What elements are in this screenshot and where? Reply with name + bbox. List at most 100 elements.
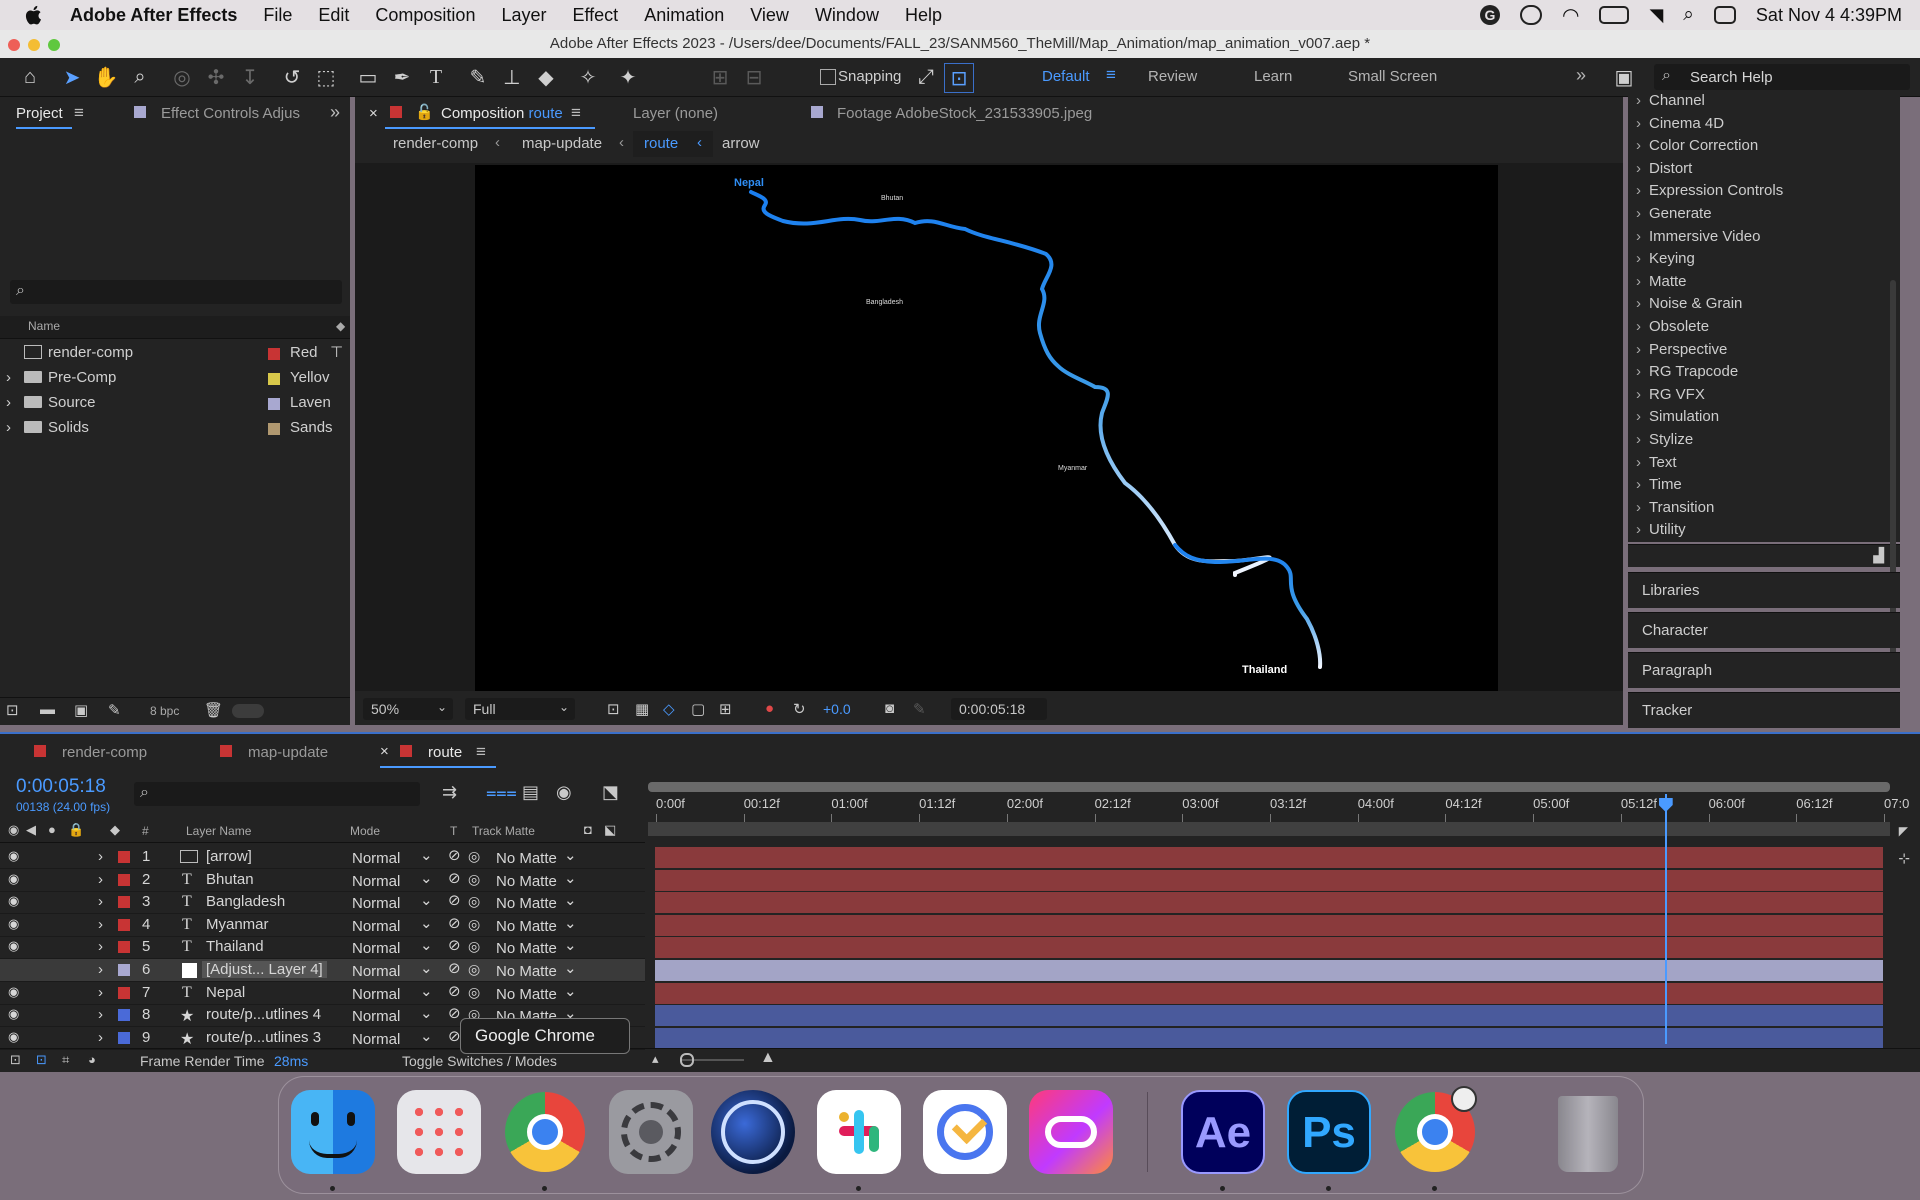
system-settings-app-icon[interactable]	[609, 1090, 693, 1174]
layer-name[interactable]: Bangladesh	[206, 893, 285, 910]
effect-category-item[interactable]: › Channel	[1636, 92, 1705, 109]
menu-composition[interactable]: Composition	[375, 5, 475, 26]
audio-toggle-header-icon[interactable]: ◀	[26, 822, 36, 838]
menu-help[interactable]: Help	[905, 5, 942, 26]
transfer-controls-icon[interactable]: ⊡	[36, 1052, 47, 1068]
menu-window[interactable]: Window	[815, 5, 879, 26]
timeline-zoom-slider-handle[interactable]	[680, 1053, 694, 1067]
preserve-transparency-icon[interactable]: ⊘	[448, 846, 461, 864]
timeline-tab-render-comp[interactable]: render-comp	[62, 744, 147, 761]
rectangle-tool-icon[interactable]: ▭	[354, 63, 382, 91]
lock-header-icon[interactable]: 🔒	[68, 822, 84, 838]
dolly-camera-icon[interactable]: ↧	[236, 63, 264, 91]
timeline-tab-map-update[interactable]: map-update	[248, 744, 328, 761]
layer-name[interactable]: route/p...utlines 3	[206, 1029, 321, 1046]
finder-app-icon[interactable]	[291, 1090, 375, 1174]
preserve-transparency-icon[interactable]: ⊘	[448, 869, 461, 887]
zoom-tool-icon[interactable]: ⌕	[126, 63, 154, 91]
zoom-out-icon[interactable]: ▴	[652, 1051, 659, 1067]
effect-category-item[interactable]: › RG VFX	[1636, 386, 1705, 403]
effect-category-item[interactable]: › Simulation	[1636, 408, 1719, 425]
preserve-transparency-icon[interactable]: ⊘	[448, 959, 461, 977]
layer-tab[interactable]: Layer (none)	[633, 105, 718, 122]
layer-label-swatch[interactable]	[118, 986, 130, 999]
grid-guides-icon[interactable]: ⊞	[719, 700, 732, 718]
layer-duration-bar[interactable]	[655, 982, 1883, 1004]
menu-animation[interactable]: Animation	[644, 5, 724, 26]
preserve-transparency-icon[interactable]: ⊘	[448, 982, 461, 1000]
expand-layer-arrow-icon[interactable]: ›	[98, 1006, 103, 1023]
layer-row[interactable]: › 6 [Adjust... Layer 4] Normal ⌄ ⊘ ◎ No Matte ⌄	[0, 959, 645, 982]
photoshop-app-icon[interactable]: Ps	[1287, 1090, 1371, 1174]
menu-view[interactable]: View	[750, 5, 789, 26]
workspace-layout-icon[interactable]: ▣	[1610, 63, 1638, 91]
effect-category-item[interactable]: › Matte	[1636, 273, 1687, 290]
frame-blending-icon[interactable]: ▤	[522, 782, 539, 803]
render-time-icon[interactable]: ◕	[88, 1052, 96, 1067]
track-matte-pickwhip-icon[interactable]: ◎	[468, 848, 480, 865]
menu-clock[interactable]: Sat Nov 4 4:39PM	[1756, 5, 1902, 26]
zoom-window-button[interactable]	[48, 39, 60, 51]
eye-icon[interactable]: ◉	[8, 871, 19, 887]
creative-cloud-menu-icon[interactable]	[1519, 5, 1542, 25]
thumbnail-toggle[interactable]	[232, 704, 264, 718]
matte-options-header-icon[interactable]: ◘	[584, 822, 592, 837]
effect-category-item[interactable]: › Distort	[1636, 160, 1692, 177]
layer-name[interactable]: Myanmar	[206, 916, 269, 933]
layer-row[interactable]: ◉ › 5 T Thailand Normal ⌄ ⊘ ◎ No Matte ⌄	[0, 936, 645, 960]
workspace-default[interactable]: Default	[1042, 68, 1090, 85]
video-toggle-header-icon[interactable]: ◉	[8, 822, 19, 838]
close-window-button[interactable]	[8, 39, 20, 51]
pan-behind-tool-icon[interactable]: ⬚	[312, 63, 340, 91]
region-of-interest-icon[interactable]: ▢	[691, 700, 705, 718]
time-navigator[interactable]	[648, 822, 1890, 836]
effect-category-item[interactable]: › Transition	[1636, 499, 1714, 516]
fast-previews-icon[interactable]: ⊡	[607, 700, 620, 718]
workspace-small-screen[interactable]: Small Screen	[1348, 68, 1437, 85]
toggle-switches-modes-button[interactable]: Toggle Switches / Modes	[402, 1053, 557, 1069]
effect-controls-tab[interactable]: Effect Controls Adjus	[161, 105, 300, 122]
snap-edges-icon[interactable]: ⤢	[912, 63, 940, 91]
workspace-learn[interactable]: Learn	[1254, 68, 1292, 85]
preserve-transparency-icon[interactable]: ⊘	[448, 891, 461, 909]
effect-category-item[interactable]: › Stylize	[1636, 431, 1693, 448]
expand-layer-arrow-icon[interactable]: ›	[98, 1029, 103, 1046]
preserve-transparency-icon[interactable]: ⊘	[448, 936, 461, 954]
breadcrumb-route[interactable]: route	[644, 135, 678, 152]
motion-blur-icon[interactable]: ◉	[556, 782, 572, 803]
transparency-grid-icon[interactable]: ▦	[635, 700, 649, 718]
composition-tab[interactable]: Composition route	[441, 105, 563, 122]
eraser-tool-icon[interactable]: ◆	[532, 63, 560, 91]
close-timeline-tab-icon[interactable]: ×	[380, 743, 389, 760]
channel-rgb-icon[interactable]: ●	[765, 700, 774, 717]
tracker-panel-tab[interactable]: Tracker	[1628, 692, 1900, 728]
layer-label-swatch[interactable]	[118, 918, 130, 931]
cinema4d-app-icon[interactable]	[711, 1090, 795, 1174]
layer-duration-bar[interactable]	[655, 1005, 1883, 1027]
shy-layers-icon[interactable]: ⩶	[486, 782, 517, 803]
work-area-bar[interactable]	[648, 782, 1890, 792]
creative-cloud-app-icon[interactable]	[1029, 1090, 1113, 1174]
trash-icon[interactable]	[1544, 1090, 1628, 1174]
hand-tool-icon[interactable]: ✋	[92, 63, 120, 91]
layer-label-swatch[interactable]	[118, 941, 130, 954]
chrome-app-icon-2[interactable]	[1393, 1086, 1477, 1174]
menu-edit[interactable]: Edit	[318, 5, 349, 26]
breadcrumb-map-update[interactable]: map-update	[522, 135, 602, 152]
effect-category-item[interactable]: › Expression Controls	[1636, 182, 1783, 199]
effect-category-item[interactable]: › Generate	[1636, 205, 1712, 222]
workspace-overflow-icon[interactable]: »	[1576, 65, 1586, 86]
interpret-footage-icon[interactable]: ⊡	[6, 701, 19, 719]
brush-tool-icon[interactable]: ✎	[464, 63, 492, 91]
comp-tab-menu-icon[interactable]: ≡	[571, 103, 581, 123]
layer-label-swatch[interactable]	[118, 1009, 130, 1022]
snapshot-camera-icon[interactable]: ◙	[885, 700, 894, 717]
zoom-in-icon[interactable]: ▲	[760, 1049, 776, 1067]
effect-category-item[interactable]: › Time	[1636, 476, 1682, 493]
track-matte-pickwhip-icon[interactable]: ◎	[468, 938, 480, 955]
clone-stamp-tool-icon[interactable]: ⊥	[498, 63, 526, 91]
label-swatch[interactable]	[268, 423, 280, 435]
layer-name[interactable]: [Adjust... Layer 4]	[202, 961, 327, 978]
expand-arrow-icon[interactable]: ›	[6, 419, 11, 436]
project-item[interactable]: › Source Laven	[0, 392, 350, 417]
